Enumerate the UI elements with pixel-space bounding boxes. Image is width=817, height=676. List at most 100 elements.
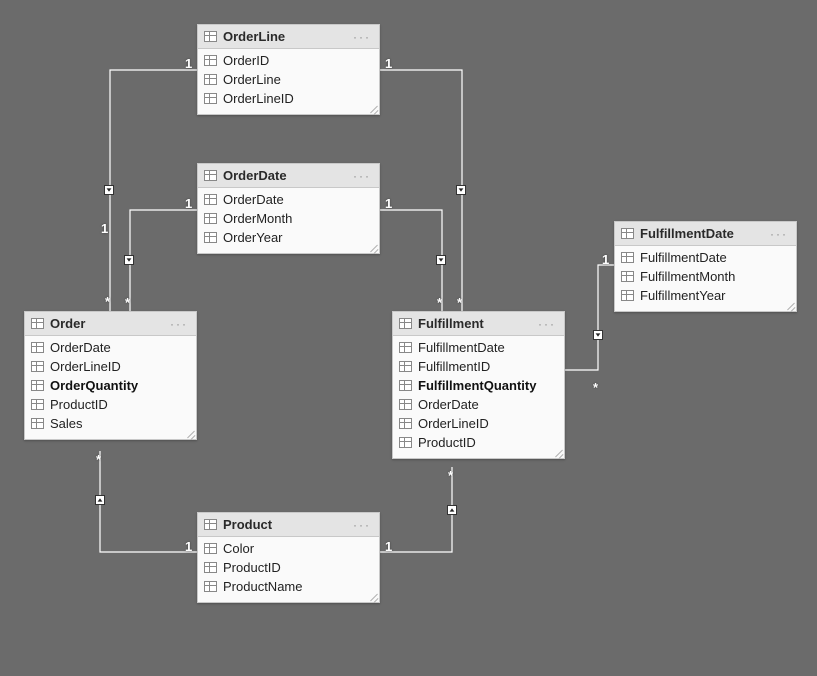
field-list: FulfillmentDate FulfillmentID Fulfillmen… [393,336,564,458]
table-product[interactable]: Product ··· Color ProductID ProductName [197,512,380,603]
table-title: OrderDate [223,168,347,183]
resize-handle[interactable] [786,301,795,310]
field-row[interactable]: OrderYear [198,228,379,247]
field-icon [31,380,44,391]
table-header[interactable]: Product ··· [198,513,379,537]
table-icon [204,31,217,42]
cardinality-one: 1 [602,252,609,267]
table-orderline[interactable]: OrderLine ··· OrderID OrderLine OrderLin… [197,24,380,115]
table-orderdate[interactable]: OrderDate ··· OrderDate OrderMonth Order… [197,163,380,254]
field-row[interactable]: FulfillmentQuantity [393,376,564,395]
cardinality-one: 1 [185,56,192,71]
field-list: OrderDate OrderMonth OrderYear [198,188,379,253]
table-icon [204,170,217,181]
field-icon [204,543,217,554]
field-row[interactable]: FulfillmentMonth [615,267,796,286]
field-icon [204,232,217,243]
field-icon [399,342,412,353]
more-icon[interactable]: ··· [770,227,788,241]
field-row[interactable]: Color [198,539,379,558]
field-row[interactable]: OrderLineID [198,89,379,108]
table-icon [621,228,634,239]
cardinality-many: * [105,294,110,309]
field-row[interactable]: ProductID [393,433,564,452]
field-icon [399,380,412,391]
arrow-icon [104,185,114,195]
field-icon [399,418,412,429]
arrow-icon [447,505,457,515]
table-order[interactable]: Order ··· OrderDate OrderLineID OrderQua… [24,311,197,440]
field-row[interactable]: ProductName [198,577,379,596]
table-header[interactable]: OrderDate ··· [198,164,379,188]
field-row[interactable]: OrderLineID [25,357,196,376]
table-header[interactable]: Order ··· [25,312,196,336]
field-icon [31,399,44,410]
field-list: OrderDate OrderLineID OrderQuantity Prod… [25,336,196,439]
resize-handle[interactable] [554,448,563,457]
more-icon[interactable]: ··· [353,518,371,532]
table-fulfillmentdate[interactable]: FulfillmentDate ··· FulfillmentDate Fulf… [614,221,797,312]
table-header[interactable]: FulfillmentDate ··· [615,222,796,246]
table-fulfillment[interactable]: Fulfillment ··· FulfillmentDate Fulfillm… [392,311,565,459]
table-icon [31,318,44,329]
field-list: FulfillmentDate FulfillmentMonth Fulfill… [615,246,796,311]
field-row[interactable]: OrderDate [393,395,564,414]
field-icon [399,399,412,410]
field-icon [204,93,217,104]
field-row[interactable]: OrderMonth [198,209,379,228]
field-row[interactable]: OrderLine [198,70,379,89]
field-row[interactable]: FulfillmentDate [393,338,564,357]
field-list: OrderID OrderLine OrderLineID [198,49,379,114]
field-row[interactable]: ProductID [25,395,196,414]
more-icon[interactable]: ··· [170,317,188,331]
cardinality-many: * [437,295,442,310]
field-row[interactable]: ProductID [198,558,379,577]
field-list: Color ProductID ProductName [198,537,379,602]
cardinality-many: * [593,380,598,395]
table-title: Fulfillment [418,316,532,331]
table-icon [204,519,217,530]
table-header[interactable]: Fulfillment ··· [393,312,564,336]
field-row[interactable]: FulfillmentDate [615,248,796,267]
cardinality-many: * [125,295,130,310]
more-icon[interactable]: ··· [353,30,371,44]
field-icon [399,437,412,448]
field-row[interactable]: OrderQuantity [25,376,196,395]
field-icon [204,581,217,592]
field-icon [621,271,634,282]
table-title: OrderLine [223,29,347,44]
resize-handle[interactable] [369,592,378,601]
cardinality-many: * [96,452,101,467]
arrow-icon [593,330,603,340]
resize-handle[interactable] [186,429,195,438]
field-icon [204,194,217,205]
field-row[interactable]: OrderDate [198,190,379,209]
field-row[interactable]: OrderDate [25,338,196,357]
arrow-icon [456,185,466,195]
resize-handle[interactable] [369,243,378,252]
field-icon [399,361,412,372]
field-row[interactable]: FulfillmentYear [615,286,796,305]
cardinality-one: 1 [385,56,392,71]
cardinality-one: 1 [385,196,392,211]
arrow-icon [124,255,134,265]
resize-handle[interactable] [369,104,378,113]
cardinality-many: * [448,468,453,483]
field-row[interactable]: OrderLineID [393,414,564,433]
arrow-icon [436,255,446,265]
field-row[interactable]: OrderID [198,51,379,70]
table-title: Product [223,517,347,532]
field-row[interactable]: Sales [25,414,196,433]
cardinality-many: * [457,295,462,310]
field-icon [204,55,217,66]
table-header[interactable]: OrderLine ··· [198,25,379,49]
cardinality-one: 1 [185,539,192,554]
diagram-canvas[interactable]: { "tables": { "orderLine": { "title": "O… [0,0,817,676]
more-icon[interactable]: ··· [538,317,556,331]
cardinality-one: 1 [185,196,192,211]
table-title: FulfillmentDate [640,226,764,241]
field-row[interactable]: FulfillmentID [393,357,564,376]
field-icon [204,74,217,85]
more-icon[interactable]: ··· [353,169,371,183]
table-icon [399,318,412,329]
